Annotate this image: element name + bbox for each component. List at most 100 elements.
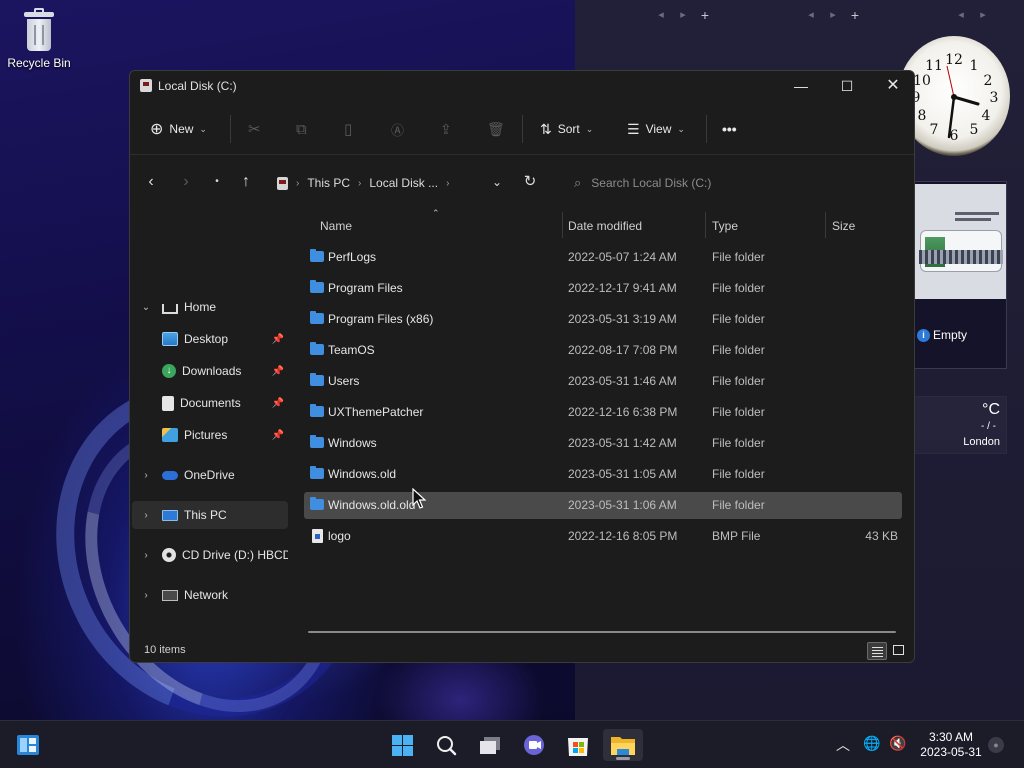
refresh-button[interactable]: ↻ xyxy=(520,172,540,192)
chevron-right-icon[interactable]: › xyxy=(140,590,152,601)
breadcrumb-local-disk[interactable]: Local Disk ... xyxy=(369,176,438,190)
computer-icon xyxy=(162,509,178,521)
next-icon[interactable]: ▸ xyxy=(678,8,688,24)
column-header-date[interactable]: Date modified xyxy=(568,214,704,238)
svg-text:4: 4 xyxy=(982,108,991,124)
chevron-right-icon[interactable]: › xyxy=(140,510,152,521)
search-button[interactable] xyxy=(426,729,466,761)
breadcrumb[interactable]: › This PC › Local Disk ... › xyxy=(277,172,449,194)
up-button[interactable]: ↑ xyxy=(236,172,256,192)
column-header-type[interactable]: Type xyxy=(712,214,824,238)
chevron-right-icon[interactable]: › xyxy=(140,470,152,481)
file-name: Windows.old xyxy=(328,467,397,481)
prev-icon[interactable]: ◂ xyxy=(806,8,816,24)
network-tray-button[interactable]: 🌐 xyxy=(863,735,880,752)
search-box[interactable]: ⌕ Search Local Disk (C:) xyxy=(562,169,862,197)
search-input[interactable]: Search Local Disk (C:) xyxy=(591,176,711,190)
prev-icon[interactable]: ◂ xyxy=(956,8,966,24)
show-hidden-icons-button[interactable]: ︿ xyxy=(836,735,850,755)
widgets-button[interactable] xyxy=(8,729,48,761)
nav-item-documents[interactable]: Documents 📌 xyxy=(132,389,288,417)
nav-item-cd-drive[interactable]: › CD Drive (D:) HBCD_ xyxy=(132,541,288,569)
pictures-icon xyxy=(162,428,178,442)
weather-gadget[interactable]: °C - / - London xyxy=(912,396,1007,454)
start-button[interactable] xyxy=(382,729,422,761)
file-explorer-taskbar-button[interactable] xyxy=(603,729,643,761)
recent-locations-button[interactable]: • xyxy=(207,172,227,192)
horizontal-scrollbar[interactable] xyxy=(308,631,896,633)
nav-item-pictures[interactable]: Pictures 📌 xyxy=(132,421,288,449)
nav-item-downloads[interactable]: ↓ Downloads 📌 xyxy=(132,357,288,385)
delete-button[interactable]: 🗑 xyxy=(487,116,505,142)
address-history-dropdown[interactable]: ⌄ xyxy=(487,172,507,192)
paste-button[interactable]: ▯ xyxy=(344,116,352,142)
weather-unit: °C xyxy=(982,401,1000,418)
store-button[interactable] xyxy=(558,729,598,761)
chevron-right-icon: › xyxy=(296,177,300,189)
new-button[interactable]: ⊕ New ⌄ xyxy=(150,116,207,142)
more-options-button[interactable]: ••• xyxy=(722,116,737,142)
nav-item-desktop[interactable]: Desktop 📌 xyxy=(132,325,288,353)
svg-text:1: 1 xyxy=(970,58,979,74)
column-divider[interactable] xyxy=(562,212,563,238)
file-date: 2022-12-17 9:41 AM xyxy=(568,281,677,295)
chat-icon xyxy=(524,735,544,755)
table-row[interactable]: UXThemePatcher 2022-12-16 6:38 PM File fol… xyxy=(304,399,902,426)
table-row[interactable]: Program Files (x86) 2023-05-31 3:19 AM Fil… xyxy=(304,306,902,333)
taskbar-date: 2023-05-31 xyxy=(920,745,982,759)
sort-button[interactable]: ⇅ Sort ⌄ xyxy=(540,116,593,142)
prev-icon[interactable]: ◂ xyxy=(656,8,666,24)
column-divider[interactable] xyxy=(825,212,826,238)
clipboard-icon: ▯ xyxy=(344,121,353,138)
file-date: 2023-05-31 1:05 AM xyxy=(568,467,677,481)
table-row[interactable]: Windows.old.old 2023-05-31 1:06 AM File fo… xyxy=(304,492,902,519)
task-view-button[interactable] xyxy=(470,729,510,761)
table-row[interactable]: TeamOS 2022-08-17 7:08 PM File folder xyxy=(304,337,902,364)
share-button[interactable]: ⇪ xyxy=(440,116,452,142)
next-icon[interactable]: ▸ xyxy=(978,8,988,24)
tiles-view-button[interactable] xyxy=(889,642,909,660)
column-divider[interactable] xyxy=(705,212,706,238)
column-header-size[interactable]: Size xyxy=(832,214,902,238)
table-row[interactable]: Windows 2023-05-31 1:42 AM File folder xyxy=(304,430,902,457)
table-row[interactable]: logo 2022-12-16 8:05 PM BMP File 43 KB xyxy=(304,523,902,550)
nav-item-network[interactable]: › Network xyxy=(132,581,288,609)
svg-text:10: 10 xyxy=(913,73,931,89)
cut-button[interactable]: ✂ xyxy=(248,116,261,142)
slideshow-gadget[interactable]: i Empty xyxy=(912,181,1007,369)
volume-tray-button[interactable]: 🔇 xyxy=(889,735,906,752)
nav-item-onedrive[interactable]: › OneDrive xyxy=(132,461,288,489)
table-row[interactable]: Program Files 2022-12-17 9:41 AM File fold… xyxy=(304,275,902,302)
nav-item-this-pc[interactable]: › This PC xyxy=(132,501,288,529)
chevron-right-icon[interactable]: › xyxy=(140,550,152,561)
table-row[interactable]: Users 2023-05-31 1:46 AM File folder xyxy=(304,368,902,395)
folder-icon xyxy=(310,280,324,293)
new-label: New xyxy=(169,122,194,136)
breadcrumb-this-pc[interactable]: This PC xyxy=(307,176,350,190)
back-button[interactable]: ‹ xyxy=(141,172,161,192)
column-header-name[interactable]: Name xyxy=(320,214,560,238)
arrow-up-icon: ↑ xyxy=(242,173,250,190)
forward-button[interactable]: › xyxy=(176,172,196,192)
minimize-button[interactable]: — xyxy=(778,71,824,101)
windows-logo-icon xyxy=(392,735,413,756)
add-gadget-icon[interactable]: + xyxy=(850,8,860,24)
close-button[interactable]: ✕ xyxy=(870,71,914,101)
taskbar-clock[interactable]: 3:30 AM 2023-05-31 xyxy=(912,730,990,760)
details-view-button[interactable] xyxy=(867,642,887,660)
notification-button[interactable]: ● xyxy=(988,737,1004,753)
add-gadget-icon[interactable]: + xyxy=(700,8,710,24)
chevron-down-icon[interactable]: ⌄ xyxy=(140,302,152,313)
view-button[interactable]: ☰ View ⌄ xyxy=(627,116,685,142)
table-row[interactable]: Windows.old 2023-05-31 1:05 AM File folder xyxy=(304,461,902,488)
maximize-button[interactable]: ☐ xyxy=(824,71,870,101)
table-row[interactable]: PerfLogs 2022-05-07 1:24 AM File folder xyxy=(304,244,902,271)
rename-button[interactable]: Ⓐ xyxy=(391,116,404,142)
nav-item-home[interactable]: ⌄ Home xyxy=(132,293,288,321)
toolbar-divider xyxy=(522,115,523,143)
chat-button[interactable] xyxy=(514,729,554,761)
recycle-bin-shortcut[interactable]: Recycle Bin xyxy=(4,8,74,70)
copy-button[interactable]: ⧉ xyxy=(296,116,307,142)
next-icon[interactable]: ▸ xyxy=(828,8,838,24)
title-bar[interactable]: Local Disk (C:) — ☐ ✕ xyxy=(130,71,914,101)
